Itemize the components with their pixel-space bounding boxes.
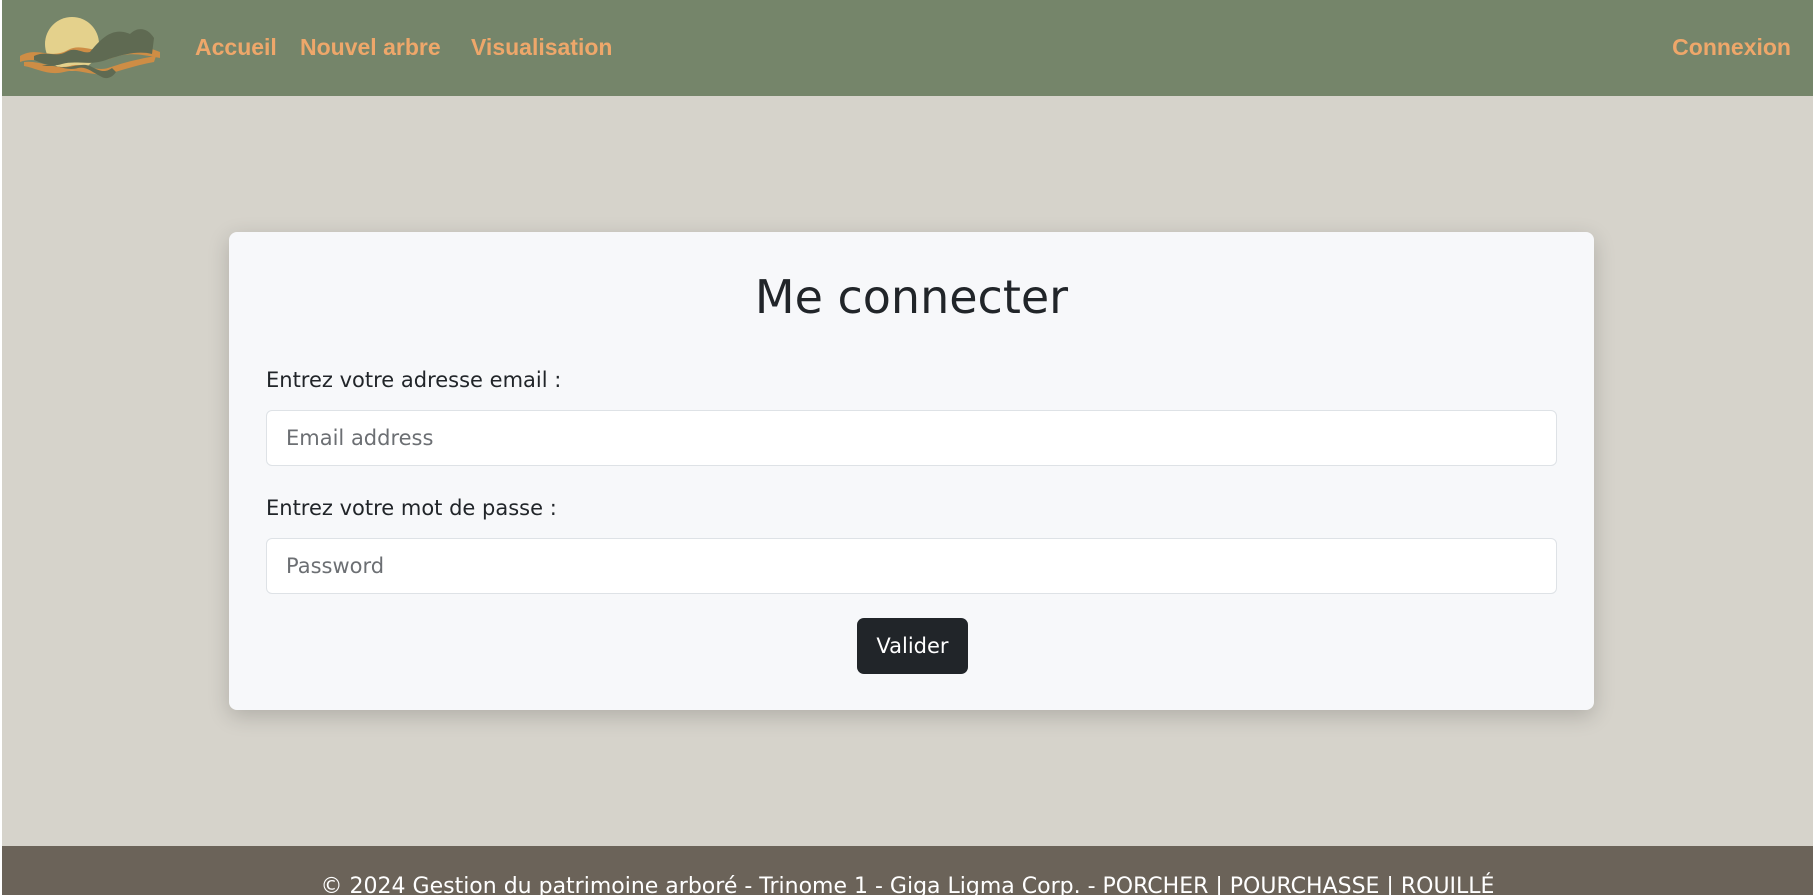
- nav-link-connexion[interactable]: Connexion: [1672, 34, 1791, 61]
- password-label: Entrez votre mot de passe :: [266, 496, 557, 520]
- footer-copyright: © 2024 Gestion du patrimoine arboré - Tr…: [320, 874, 1495, 895]
- nav-link-visualisation[interactable]: Visualisation: [471, 34, 612, 61]
- navbar: Accueil Nouvel arbre Visualisation Conne…: [2, 0, 1813, 96]
- login-title: Me connecter: [754, 270, 1069, 324]
- nav-link-nouvel-arbre[interactable]: Nouvel arbre: [300, 34, 441, 61]
- footer: © 2024 Gestion du patrimoine arboré - Tr…: [2, 846, 1813, 895]
- page: Accueil Nouvel arbre Visualisation Conne…: [2, 0, 1813, 895]
- password-input[interactable]: [266, 538, 1557, 594]
- email-input[interactable]: [266, 410, 1557, 466]
- login-card: Me connecter Entrez votre adresse email …: [229, 232, 1594, 710]
- submit-button[interactable]: Valider: [857, 618, 968, 674]
- landscape-sunset-logo-icon[interactable]: [20, 16, 160, 80]
- nav-link-accueil[interactable]: Accueil: [195, 34, 277, 61]
- email-label: Entrez votre adresse email :: [266, 368, 562, 392]
